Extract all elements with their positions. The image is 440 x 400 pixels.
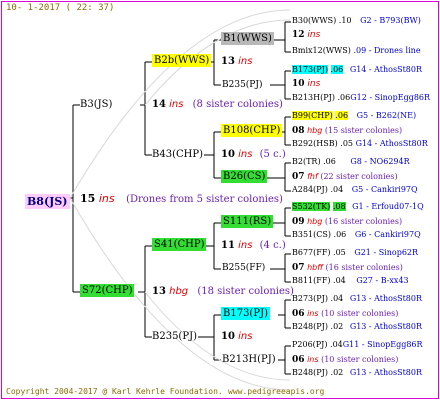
- dam-id[interactable]: S72(CHP): [80, 284, 135, 297]
- g2-sd-info: 10 ins (5 c.): [221, 149, 286, 160]
- g4-row[interactable]: S532(TK) .08 G1 - Erfoud07-1Q: [292, 202, 424, 211]
- root-info: 15 ins (Drones from 5 sister colonies): [80, 193, 283, 205]
- g3-sds-id[interactable]: B108(CHP): [221, 124, 283, 137]
- g4-row[interactable]: B273(PJ) .04 G13 - AthosSt80R: [292, 295, 422, 303]
- g4-row[interactable]: B811(FF) .04 G27 - B-xx43: [292, 277, 409, 285]
- g2-ds-info: 11 ins (4 c.): [221, 240, 286, 251]
- g4-row[interactable]: B173(PJ) .06 G14 - AthosSt80R: [292, 65, 422, 74]
- sire-id[interactable]: B3(JS): [80, 100, 112, 110]
- root-num: 15: [80, 192, 96, 205]
- g3-ssd-info: 10 ins: [292, 79, 321, 89]
- g2-dd-info: 10 ins: [221, 331, 253, 342]
- g2-ss-info: 13 ins: [221, 56, 253, 67]
- g3-dds-info: 06 ins (10 sister colonies): [292, 309, 399, 319]
- g3-ddd-id[interactable]: B213H(PJ): [222, 355, 276, 365]
- dam-info: 13 hbg (18 sister colonies): [152, 286, 294, 297]
- g3-sss-id[interactable]: B1(WWS): [221, 32, 274, 45]
- g4-row[interactable]: P206(PJ) .04G11 - SinopEgg86R: [292, 341, 423, 349]
- g4-row[interactable]: B292(HSB) .05 G14 - AthosSt80R: [292, 140, 428, 148]
- g4-row[interactable]: Bmix12(WWS) .09 - Drones line: [292, 47, 421, 55]
- g4-row[interactable]: B99(CHP) .06 G5 - B262(NE): [292, 111, 416, 120]
- g4-row[interactable]: B677(FF) .05 G21 - Sinop62R: [292, 249, 418, 257]
- g3-ddd-info: 06 ins (10 sister colonies): [292, 355, 399, 365]
- queen-root[interactable]: B8(JS): [25, 192, 70, 209]
- g3-dsd-id[interactable]: B255(FF): [222, 264, 265, 273]
- copyright: Copyright 2004-2017 @ Karl Kehrle Founda…: [6, 387, 223, 396]
- root-id: B8(JS): [25, 194, 70, 209]
- g3-sds-info: 08 hbg (15 sister colonies): [292, 126, 403, 136]
- g3-dds-id[interactable]: B173(PJ): [221, 307, 270, 320]
- g4-row[interactable]: A284(PJ) .04 G5 - Cankiri97Q: [292, 186, 418, 194]
- g2-dd-id[interactable]: B235(PJ): [152, 332, 197, 342]
- g4-row[interactable]: B30(WWS) .10 G2 - B793(BW): [292, 17, 421, 25]
- g4-row[interactable]: B248(PJ) .02 G13 - AthosSt80R: [292, 323, 422, 331]
- g2-ds-id[interactable]: S41(CHP): [152, 238, 207, 251]
- root-ins: ins: [98, 192, 115, 205]
- g3-sss-info: 12 ins: [292, 30, 321, 40]
- g4-row[interactable]: B213H(PJ) .06G12 - SinopEgg86R: [292, 94, 430, 102]
- g4-row[interactable]: B2(TR) .06 G8 - NO6294R: [292, 158, 410, 166]
- g2-sd-id[interactable]: B43(CHP): [152, 150, 203, 160]
- g4-row[interactable]: B248(PJ) .02 G13 - AthosSt80R: [292, 369, 422, 377]
- g3-dsd-info: 07 hbff (16 sister colonies): [292, 263, 403, 273]
- root-note: (Drones from 5 sister colonies): [126, 194, 283, 205]
- g3-dss-id[interactable]: S111(RS): [221, 215, 274, 228]
- g2-ss-id[interactable]: B2b(WWS): [152, 54, 212, 67]
- g3-sdd-id[interactable]: B26(CS): [221, 170, 268, 183]
- website-link[interactable]: www.pedigreeapis.org: [228, 388, 324, 396]
- g3-ssd-id[interactable]: B235(PJ): [222, 81, 262, 90]
- timestamp: 10- 1-2017 ( 22: 37): [6, 3, 115, 13]
- g3-sdd-info: 07 fhf (22 sister colonies): [292, 172, 398, 182]
- sire-info: 14 ins (8 sister colonies): [152, 99, 283, 110]
- g3-dss-info: 09 hbg (16 sister colonies): [292, 217, 403, 227]
- g4-row[interactable]: B351(CS) .06 G6 - Cankiri97Q: [292, 231, 421, 239]
